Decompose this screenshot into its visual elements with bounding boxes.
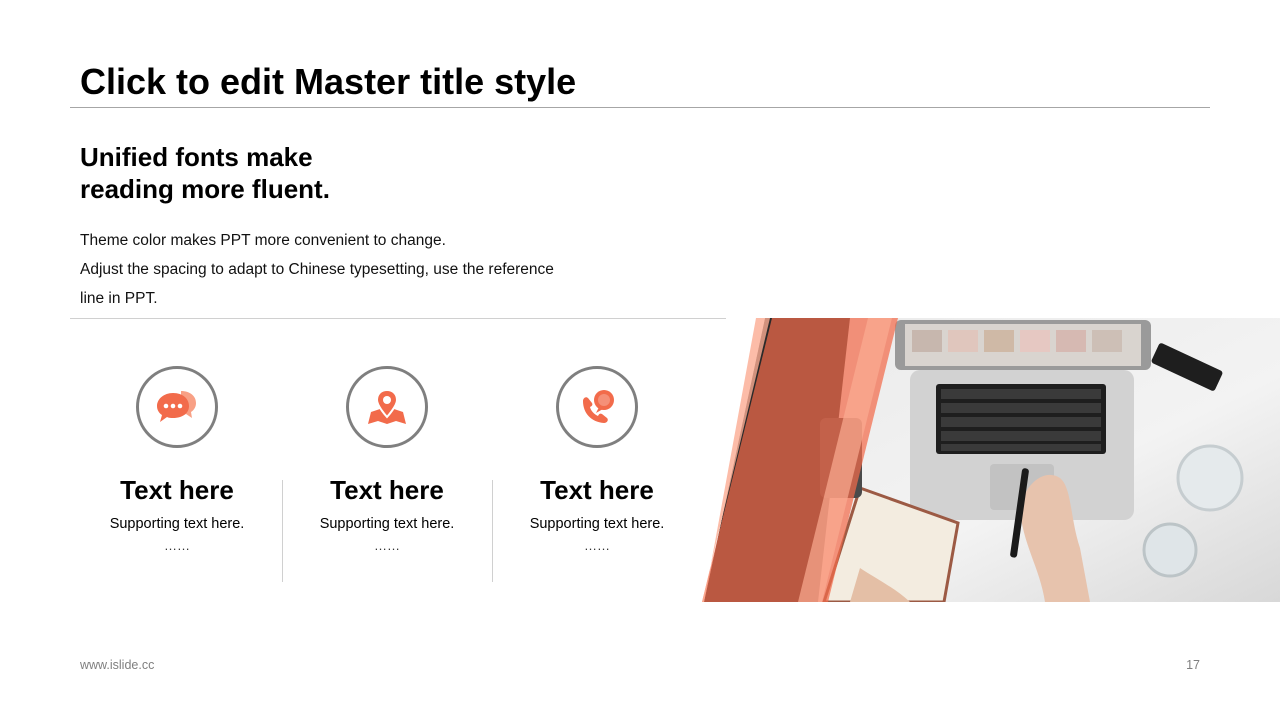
subheading: Unified fonts make reading more fluent. xyxy=(80,141,330,205)
icon-ring xyxy=(346,366,428,448)
feature-supporting-text: Supporting text here. xyxy=(529,516,665,532)
body-text: Theme color makes PPT more convenient to… xyxy=(80,226,554,313)
body-line-1: Theme color makes PPT more convenient to… xyxy=(80,232,446,249)
icon-ring xyxy=(136,366,218,448)
chat-bubbles-icon xyxy=(157,391,196,422)
slide-title: Click to edit Master title style xyxy=(80,61,577,102)
feature-title: Text here xyxy=(540,475,654,505)
feature-supporting-text: Supporting text here. xyxy=(109,516,245,532)
subheading-line-1: Unified fonts make xyxy=(80,142,313,172)
section-divider xyxy=(70,318,726,319)
page-number: 17 xyxy=(1186,658,1200,672)
feature-item-2: Text here Supporting text here. …… xyxy=(282,366,492,554)
feature-title: Text here xyxy=(330,475,444,505)
icon-ring xyxy=(556,366,638,448)
feature-item-1: Text here Supporting text here. …… xyxy=(72,366,282,554)
title-divider xyxy=(70,107,1210,108)
laptop-desk-photo xyxy=(702,318,1280,602)
phone-call-icon xyxy=(583,390,614,423)
feature-item-3: Text here Supporting text here. …… xyxy=(492,366,702,554)
subheading-line-2: reading more fluent. xyxy=(80,174,330,204)
body-line-2: Adjust the spacing to adapt to Chinese t… xyxy=(80,261,554,278)
body-line-3: line in PPT. xyxy=(80,290,158,307)
feature-ellipsis: …… xyxy=(374,538,400,553)
feature-ellipsis: …… xyxy=(584,538,610,553)
footer-url: www.islide.cc xyxy=(80,658,155,672)
map-pin-icon xyxy=(368,388,406,424)
feature-title: Text here xyxy=(120,475,234,505)
feature-supporting-text: Supporting text here. xyxy=(319,516,455,532)
feature-ellipsis: …… xyxy=(164,538,190,553)
